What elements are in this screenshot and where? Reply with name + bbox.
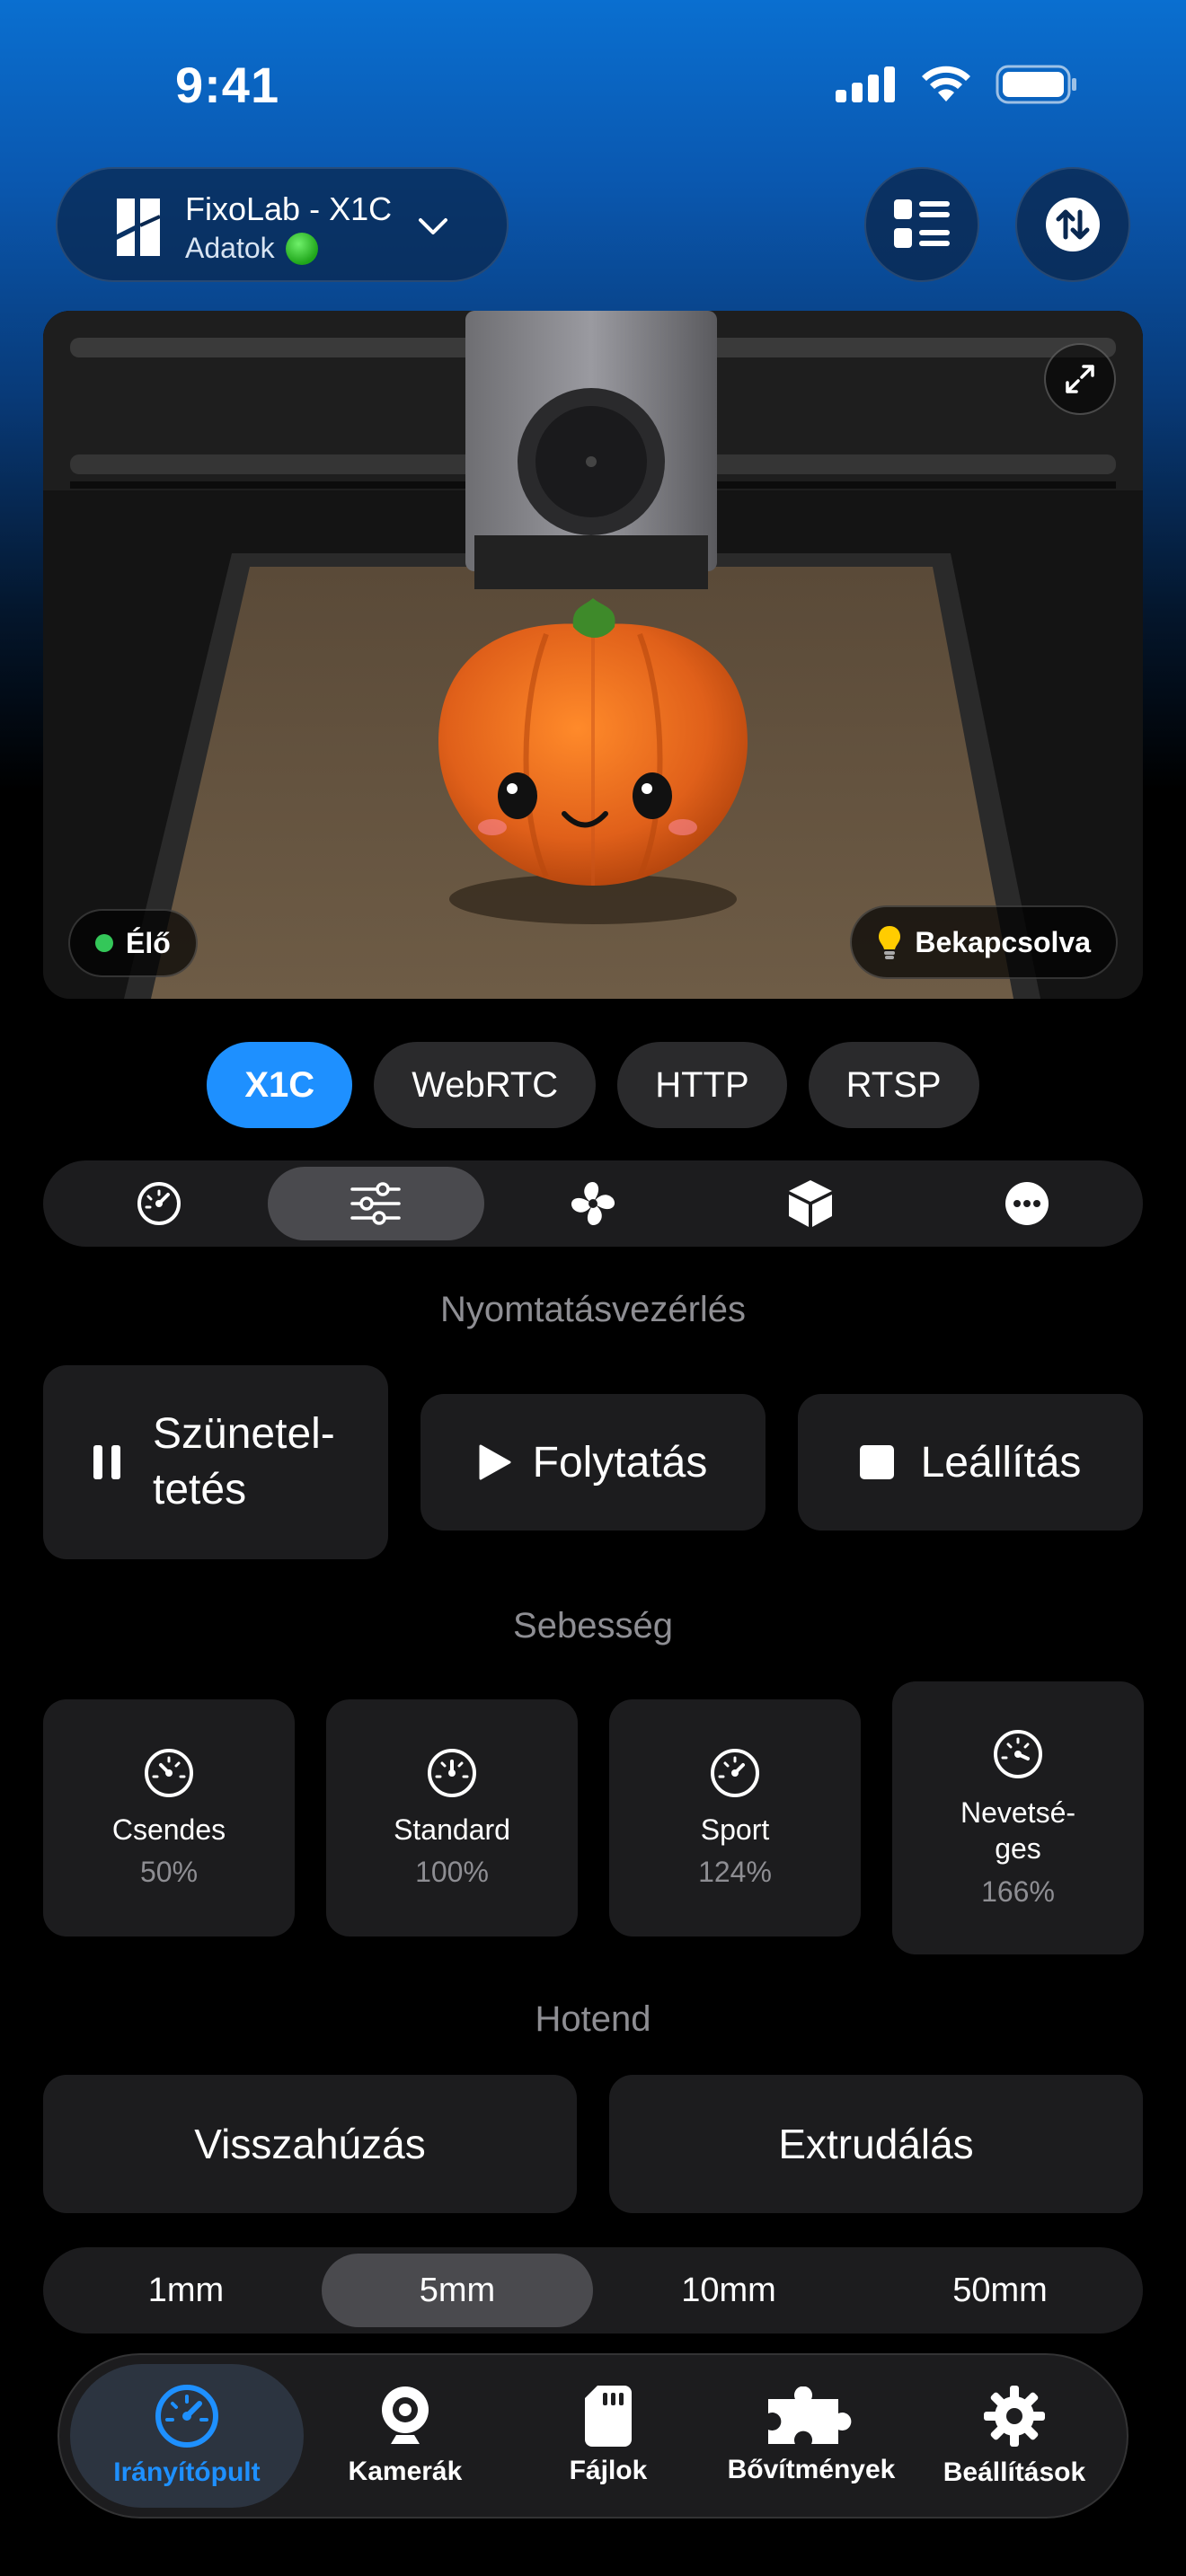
- webcam-icon: [381, 2386, 429, 2444]
- tab-cameras[interactable]: Kamerák: [304, 2364, 507, 2508]
- dashboard-gauge-icon: [155, 2385, 218, 2448]
- resume-button[interactable]: Folytatás: [420, 1394, 766, 1531]
- puzzle-piece-icon: [767, 2386, 852, 2444]
- tab-extensions[interactable]: Bővítmények: [710, 2364, 913, 2508]
- chevron-down-icon: [419, 218, 447, 234]
- tab-label: Irányítópult: [113, 2457, 261, 2487]
- online-status-dot: [285, 232, 318, 265]
- tab-label: Kamerák: [348, 2457, 463, 2486]
- tab-settings[interactable]: Beállítások: [913, 2364, 1116, 2508]
- status-bar: 9:41: [0, 0, 1186, 171]
- speedometer-icon: [994, 1729, 1042, 1778]
- distance-10mm[interactable]: 10mm: [593, 2254, 864, 2327]
- printer-name: FixoLab - X1C: [185, 190, 393, 227]
- speed-percent: 166%: [981, 1875, 1055, 1908]
- stop-label: Leállítás: [920, 1438, 1082, 1486]
- retract-button[interactable]: Visszahúzás: [43, 2075, 577, 2213]
- tab-dashboard-gauge[interactable]: [50, 1167, 268, 1240]
- speed-name: Sport: [700, 1813, 770, 1846]
- tab-bar: Irányítópult Kamerák Fájlok Bővítmények: [58, 2353, 1128, 2519]
- battery-icon: [996, 65, 1076, 104]
- hotend-title: Hotend: [535, 1999, 651, 2039]
- pause-icon: [93, 1445, 120, 1479]
- speed-percent: 100%: [415, 1856, 489, 1888]
- stop-icon: [859, 1445, 894, 1479]
- speed-name-line2: ges: [995, 1831, 1041, 1865]
- sd-card-icon: [584, 2386, 632, 2447]
- tab-rtsp[interactable]: RTSP: [808, 1042, 979, 1128]
- tab-fan[interactable]: [484, 1167, 702, 1240]
- speed-sport[interactable]: Sport 124%: [609, 1699, 861, 1936]
- distance-50mm[interactable]: 50mm: [864, 2254, 1136, 2327]
- up-down-arrows-icon: [1046, 198, 1100, 251]
- pause-button[interactable]: Szünetel- tetés: [43, 1365, 388, 1559]
- tab-x1c[interactable]: X1C: [207, 1042, 353, 1128]
- printer-selector[interactable]: FixoLab - X1C Adatok: [56, 167, 509, 282]
- speed-percent: 50%: [139, 1856, 199, 1888]
- speed-ludicrous[interactable]: Nevetsé- ges 166%: [892, 1681, 1144, 1954]
- speedometer-icon: [145, 1749, 193, 1797]
- pause-label-line2: tetés: [153, 1466, 247, 1513]
- bambu-logo-icon: [117, 198, 160, 256]
- cellular-signal-icon: [836, 66, 895, 102]
- distance-1mm[interactable]: 1mm: [50, 2254, 322, 2327]
- sync-button[interactable]: [1015, 167, 1130, 282]
- section-selector: [43, 1160, 1143, 1247]
- speed-name: Standard: [394, 1813, 510, 1846]
- light-toggle[interactable]: Bekapcsolva: [850, 905, 1118, 979]
- tab-http[interactable]: HTTP: [617, 1042, 787, 1128]
- more-icon: [1005, 1182, 1049, 1225]
- speed-title: Sebesség: [513, 1606, 673, 1645]
- tab-controls[interactable]: [267, 1167, 485, 1240]
- pause-label-line1: Szünetel-: [153, 1410, 335, 1458]
- speed-name: Csendes: [111, 1813, 226, 1846]
- lightbulb-icon: [879, 926, 901, 959]
- live-badge: Élő: [68, 909, 198, 977]
- speed-name-line1: Nevetsé-: [960, 1795, 1076, 1829]
- box-icon: [788, 1180, 832, 1227]
- speedometer-icon: [428, 1749, 476, 1797]
- fullscreen-button[interactable]: [1044, 343, 1116, 415]
- tab-files[interactable]: Fájlok: [507, 2364, 710, 2508]
- speed-percent: 124%: [698, 1856, 772, 1888]
- camera-image: [43, 311, 1143, 999]
- gauge-icon: [137, 1182, 181, 1225]
- extrude-button[interactable]: Extrudálás: [609, 2075, 1143, 2213]
- list-icon: [894, 199, 950, 248]
- speed-silent[interactable]: Csendes 50%: [43, 1699, 295, 1936]
- distance-selector: 1mm 5mm 10mm 50mm: [43, 2247, 1143, 2333]
- tab-label: Fájlok: [569, 2456, 648, 2485]
- speedometer-icon: [711, 1749, 759, 1797]
- tab-label: Bővítmények: [727, 2455, 896, 2484]
- sliders-icon: [350, 1182, 402, 1225]
- expand-icon: [1066, 365, 1094, 393]
- live-dot-icon: [95, 934, 113, 952]
- stop-button[interactable]: Leállítás: [798, 1394, 1143, 1531]
- gear-icon: [983, 2386, 1045, 2447]
- wifi-icon: [922, 66, 970, 101]
- list-view-button[interactable]: [864, 167, 979, 282]
- tab-label: Beállítások: [943, 2457, 1086, 2487]
- tab-webrtc[interactable]: WebRTC: [374, 1042, 597, 1128]
- print-control-title: Nyomtatásvezérlés: [439, 1290, 747, 1329]
- status-time: 9:41: [175, 57, 280, 113]
- play-icon: [479, 1444, 511, 1480]
- stream-source-tabs: X1C WebRTC HTTP RTSP: [0, 1042, 1186, 1128]
- tab-dashboard[interactable]: Irányítópult: [70, 2364, 304, 2508]
- speed-standard[interactable]: Standard 100%: [326, 1699, 578, 1936]
- fan-icon: [571, 1181, 615, 1226]
- tab-filament[interactable]: [702, 1167, 919, 1240]
- light-label: Bekapcsolva: [915, 925, 1091, 958]
- live-label: Élő: [126, 926, 171, 959]
- printer-subtitle: Adatok: [185, 232, 275, 264]
- distance-5mm[interactable]: 5mm: [322, 2254, 593, 2327]
- resume-label: Folytatás: [532, 1438, 708, 1486]
- tab-more[interactable]: [918, 1167, 1136, 1240]
- camera-feed[interactable]: Élő Bekapcsolva: [43, 311, 1143, 999]
